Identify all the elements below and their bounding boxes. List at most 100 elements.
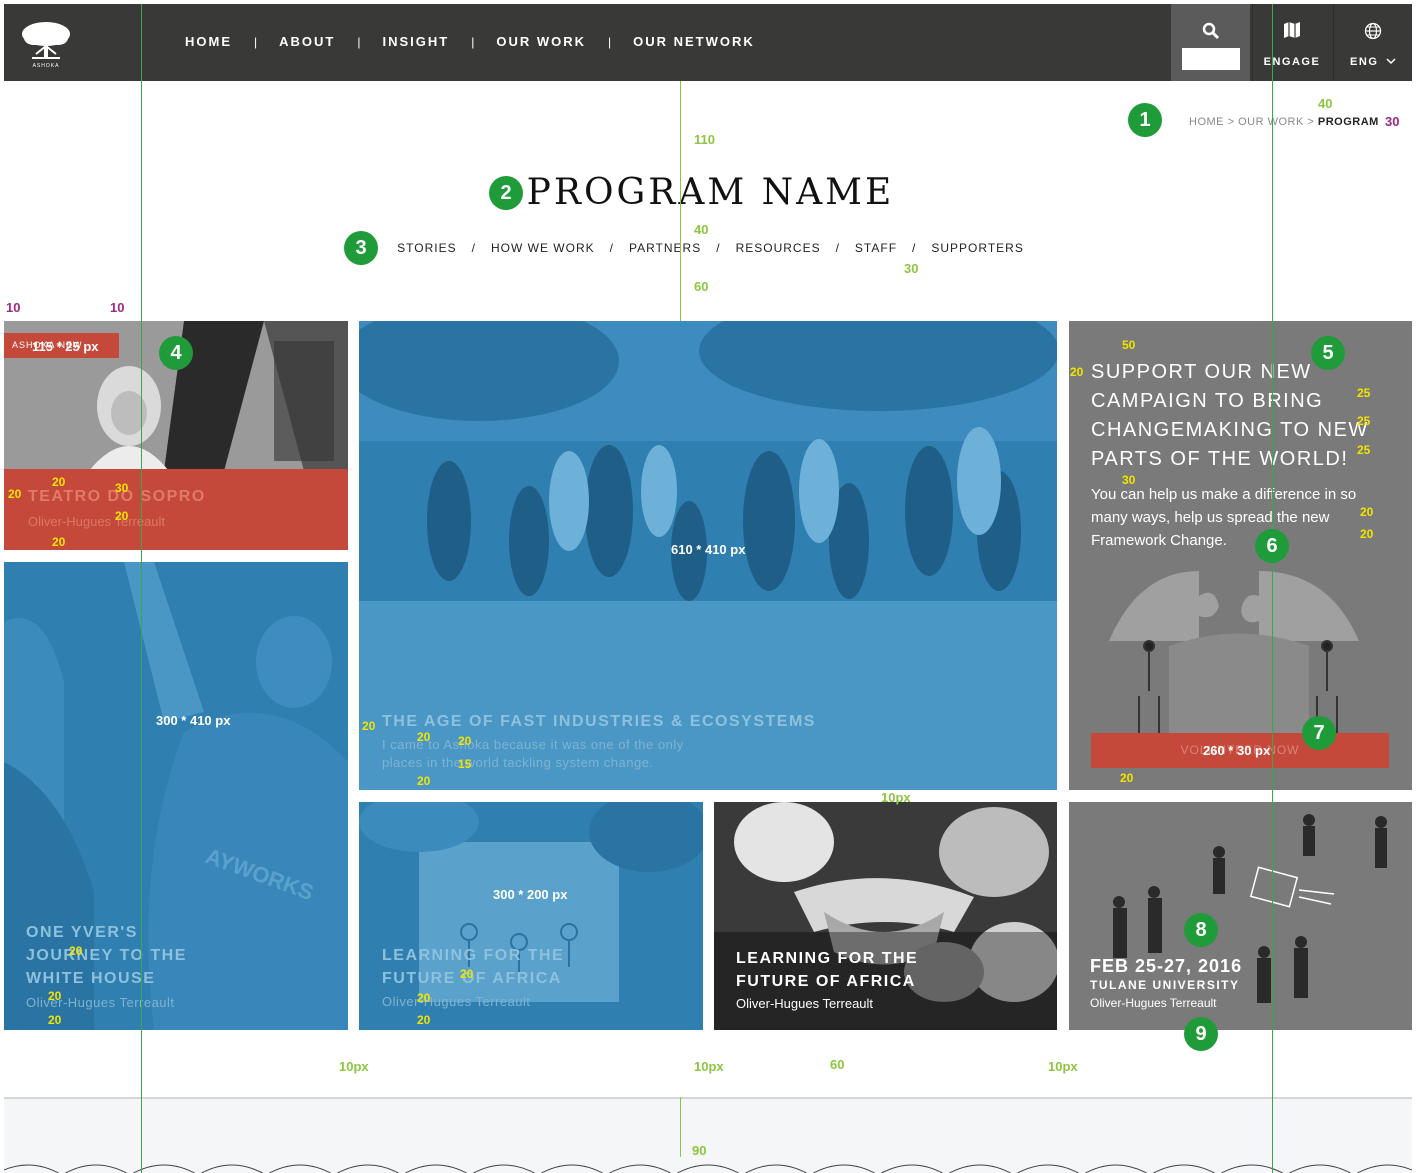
- spacing-label: 20: [1120, 771, 1134, 785]
- dimension-label: 260 * 30 px: [1203, 743, 1271, 758]
- spacing-label: 20: [362, 719, 376, 733]
- program-sub-nav: STORIES / HOW WE WORK / PARTNERS / RESOURCES / S…: [0, 241, 1421, 255]
- nav-insight[interactable]: INSIGHT: [382, 34, 449, 49]
- spacing-label: 30: [904, 261, 919, 276]
- tile-author: Oliver-Hugues Terreault: [28, 514, 166, 529]
- annotation-badge: 4: [159, 336, 193, 370]
- story-tile-africa-team[interactable]: LEARNING FOR THE FUTURE OF AFRICA Oliver…: [714, 802, 1057, 1030]
- spacing-label: 25: [1357, 443, 1371, 457]
- logo-text: ASHOKA: [32, 63, 60, 69]
- tile-title[interactable]: LEARNING FOR THE FUTURE OF AFRICA: [382, 944, 572, 990]
- subnav-separator: /: [716, 241, 721, 255]
- guide-line-right: [1272, 4, 1273, 1173]
- spacing-label: 20: [48, 989, 62, 1003]
- nav-separator: |: [471, 34, 475, 49]
- spacing-label: 20: [460, 967, 474, 981]
- campaign-title: SUPPORT OUR NEW CAMPAIGN TO BRING CHANGE…: [1091, 361, 1369, 470]
- nav-about[interactable]: ABOUT: [279, 34, 335, 49]
- nav-home[interactable]: HOME: [185, 34, 232, 49]
- tile-title[interactable]: ONE YVER'S JOURNEY TO THE WHITE HOUSE: [26, 921, 206, 990]
- story-tile-africa-blue[interactable]: 300 * 200 px LEARNING FOR THE FUTURE OF …: [359, 802, 703, 1030]
- nav-our-network[interactable]: OUR NETWORK: [633, 34, 755, 49]
- event-date: FEB 25-27, 2016: [1090, 956, 1243, 976]
- spacing-label: 20: [8, 487, 22, 501]
- scallop-pattern: [4, 1164, 1412, 1173]
- spacing-label: 20: [1070, 365, 1084, 379]
- spacing-label: 10: [6, 300, 21, 315]
- breadcrumb-current: PROGRAM: [1317, 116, 1379, 128]
- guide-line-left: [141, 4, 142, 1173]
- nav-our-work[interactable]: OUR WORK: [496, 34, 586, 49]
- spacing-label: 20: [417, 991, 431, 1005]
- breadcrumb-separator: >: [1307, 116, 1315, 128]
- spacing-label: 30: [1385, 114, 1400, 129]
- spacing-label: 20: [52, 475, 66, 489]
- spacing-label: 20: [1360, 505, 1374, 519]
- annotation-badge: 2: [489, 176, 523, 210]
- spacing-label: 10px: [881, 790, 911, 805]
- breadcrumb-separator: >: [1227, 116, 1235, 128]
- globe-icon: [1334, 22, 1412, 42]
- tile-title[interactable]: THE AGE OF FAST INDUSTRIES & ECOSYSTEMS: [382, 710, 816, 733]
- spacing-label: 10px: [339, 1059, 369, 1074]
- subnav-separator: /: [471, 241, 476, 255]
- search-icon[interactable]: [1171, 22, 1250, 42]
- spacing-label: 60: [830, 1057, 845, 1072]
- dimension-label: 115 * 25 px: [32, 339, 99, 354]
- spacing-label: 10px: [1048, 1059, 1078, 1074]
- spacing-label: 20: [417, 730, 431, 744]
- language-selector[interactable]: ENG: [1333, 4, 1412, 81]
- dimension-label: 300 * 200 px: [493, 887, 568, 902]
- spacing-label: 60: [694, 279, 709, 294]
- spacing-label: 20: [458, 734, 472, 748]
- campaign-text: You can help us make a difference in so …: [1091, 486, 1357, 549]
- spacing-label: 10: [110, 300, 125, 315]
- annotation-badge: 8: [1184, 913, 1218, 947]
- subnav-how-we-work[interactable]: HOW WE WORK: [491, 241, 595, 255]
- story-tile-white-house[interactable]: AYWORKS 300 * 410 px ONE YVER'S JOURNEY …: [4, 562, 348, 1030]
- guide-line-center: [680, 81, 681, 321]
- search-panel: [1171, 4, 1250, 81]
- spacing-label: 30: [1122, 473, 1136, 487]
- subnav-resources[interactable]: RESOURCES: [736, 241, 821, 255]
- spacing-label: 20: [48, 1013, 62, 1027]
- subnav-supporters[interactable]: SUPPORTERS: [931, 241, 1023, 255]
- subnav-partners[interactable]: PARTNERS: [629, 241, 701, 255]
- annotation-badge: 1: [1128, 103, 1162, 137]
- spacing-label: 20: [417, 1013, 431, 1027]
- spacing-label: 90: [692, 1143, 707, 1158]
- page-title: PROGRAM NAME: [526, 172, 895, 213]
- spacing-label: 110: [694, 132, 715, 147]
- annotation-badge: 9: [1184, 1017, 1218, 1051]
- engage-button[interactable]: ENGAGE: [1252, 4, 1331, 81]
- tile-title[interactable]: LEARNING FOR THE FUTURE OF AFRICA: [736, 947, 926, 993]
- ashoka-logo[interactable]: ASHOKA: [16, 20, 76, 72]
- spacing-label: 50: [1122, 338, 1136, 352]
- main-nav: HOME | ABOUT | INSIGHT | OUR WORK | OUR …: [185, 34, 755, 49]
- tile-author: Oliver-Hugues Terreault: [736, 996, 874, 1011]
- spacing-label: 25: [1357, 414, 1371, 428]
- tile-excerpt: I came to Ashoka because it was one of t…: [382, 737, 684, 770]
- story-tile-fast-industries[interactable]: 610 * 410 px THE AGE OF FAST INDUSTRIES …: [359, 321, 1057, 790]
- annotation-badge: 6: [1255, 529, 1289, 563]
- subnav-separator: /: [835, 241, 840, 255]
- event-tile[interactable]: FEB 25-27, 2016 TULANE UNIVERSITY Oliver…: [1069, 802, 1412, 1030]
- breadcrumb-our-work[interactable]: OUR WORK: [1238, 116, 1304, 128]
- tree-icon: [22, 22, 70, 59]
- event-location: TULANE UNIVERSITY: [1090, 978, 1240, 992]
- spacing-label: 15: [458, 757, 472, 771]
- spacing-label: 20: [52, 535, 66, 549]
- guide-line-footer: [680, 1097, 681, 1157]
- dimension-label: 610 * 410 px: [671, 542, 746, 557]
- event-author: Oliver-Hugues Terreault: [1090, 996, 1217, 1010]
- spacing-label: 10px: [694, 1059, 724, 1074]
- spacing-label: 20: [1360, 527, 1374, 541]
- spacing-label: 25: [1357, 386, 1371, 400]
- subnav-staff[interactable]: STAFF: [855, 241, 897, 255]
- breadcrumb-home[interactable]: HOME: [1189, 116, 1224, 128]
- spacing-label: 20: [69, 944, 83, 958]
- search-input[interactable]: [1182, 48, 1240, 70]
- site-header: ASHOKA HOME | ABOUT | INSIGHT | OUR WORK…: [4, 4, 1412, 81]
- subnav-stories[interactable]: STORIES: [397, 241, 456, 255]
- spacing-label: 40: [694, 222, 709, 237]
